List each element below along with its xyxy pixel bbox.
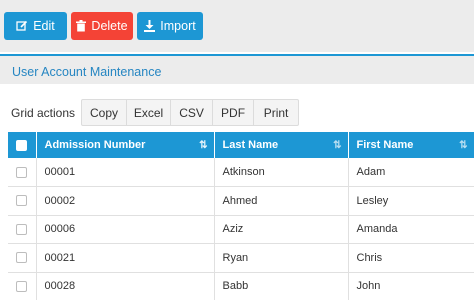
cell-last-name: Atkinson bbox=[214, 158, 349, 187]
cell-first-name: John bbox=[348, 272, 474, 300]
column-label-first-name: First Name bbox=[356, 139, 414, 151]
cell-last-name: Babb bbox=[214, 272, 349, 300]
table-row[interactable]: 00028 Babb John bbox=[8, 272, 474, 300]
cell-admission: 00021 bbox=[36, 243, 215, 273]
cell-first-name: Amanda bbox=[348, 215, 474, 244]
select-all-checkbox[interactable] bbox=[16, 139, 27, 151]
grid-actions-label: Grid actions bbox=[11, 105, 76, 120]
table-row[interactable]: 00001 Atkinson Adam bbox=[8, 158, 474, 187]
delete-label: Delete bbox=[91, 19, 128, 33]
pdf-button[interactable]: PDF bbox=[213, 100, 255, 125]
delete-button[interactable]: Delete bbox=[71, 12, 133, 40]
row-select-cell bbox=[8, 272, 37, 300]
data-table: Admission Number ⇅ Last Name ⇅ First Nam… bbox=[8, 132, 474, 300]
cell-last-name: Aziz bbox=[214, 215, 349, 244]
row-checkbox[interactable] bbox=[16, 252, 27, 264]
import-label: Import bbox=[160, 19, 196, 33]
download-icon bbox=[144, 20, 156, 32]
cell-last-name: Ahmed bbox=[214, 186, 349, 216]
row-checkbox[interactable] bbox=[16, 166, 27, 178]
cell-admission: 00001 bbox=[36, 158, 215, 187]
column-header-last-name[interactable]: Last Name ⇅ bbox=[214, 132, 349, 158]
grid-actions: Grid actions Copy Excel CSV PDF Print bbox=[11, 99, 300, 126]
table-header-row: Admission Number ⇅ Last Name ⇅ First Nam… bbox=[8, 132, 474, 158]
edit-label: Edit bbox=[33, 19, 55, 33]
cell-first-name: Chris bbox=[348, 243, 474, 273]
table-row[interactable]: 00021 Ryan Chris bbox=[8, 243, 474, 273]
row-select-cell bbox=[8, 243, 37, 273]
row-checkbox[interactable] bbox=[16, 223, 27, 235]
sort-icon[interactable]: ⇅ bbox=[333, 140, 341, 151]
column-header-admission[interactable]: Admission Number ⇅ bbox=[36, 132, 215, 158]
cell-admission: 00002 bbox=[36, 186, 215, 216]
trash-icon bbox=[76, 20, 87, 32]
edit-icon bbox=[16, 20, 28, 32]
column-header-first-name[interactable]: First Name ⇅ bbox=[348, 132, 474, 158]
cell-last-name: Ryan bbox=[214, 243, 349, 273]
row-select-cell bbox=[8, 186, 37, 216]
cell-first-name: Adam bbox=[348, 158, 474, 187]
panel-header: User Account Maintenance bbox=[0, 54, 474, 84]
csv-button[interactable]: CSV bbox=[171, 100, 214, 125]
cell-first-name: Lesley bbox=[348, 186, 474, 216]
table-row[interactable]: 00006 Aziz Amanda bbox=[8, 215, 474, 244]
sort-icon[interactable]: ⇅ bbox=[459, 140, 467, 151]
print-button[interactable]: Print bbox=[254, 100, 298, 125]
cell-admission: 00006 bbox=[36, 215, 215, 244]
column-label-admission: Admission Number bbox=[44, 139, 146, 151]
copy-button[interactable]: Copy bbox=[82, 100, 128, 125]
page-title: User Account Maintenance bbox=[12, 65, 162, 79]
excel-button[interactable]: Excel bbox=[127, 100, 172, 125]
sort-icon[interactable]: ⇅ bbox=[199, 140, 207, 151]
row-select-cell bbox=[8, 215, 37, 244]
row-checkbox[interactable] bbox=[16, 195, 27, 207]
cell-admission: 00028 bbox=[36, 272, 215, 300]
row-select-cell bbox=[8, 158, 37, 187]
select-all-cell bbox=[8, 132, 37, 158]
grid-actions-buttons: Copy Excel CSV PDF Print bbox=[81, 99, 300, 126]
toolbar: Edit Delete Import bbox=[0, 0, 474, 52]
import-button[interactable]: Import bbox=[137, 12, 203, 40]
row-checkbox[interactable] bbox=[16, 280, 27, 292]
table-row[interactable]: 00002 Ahmed Lesley bbox=[8, 186, 474, 216]
edit-button[interactable]: Edit bbox=[4, 12, 67, 40]
column-label-last-name: Last Name bbox=[222, 139, 279, 151]
